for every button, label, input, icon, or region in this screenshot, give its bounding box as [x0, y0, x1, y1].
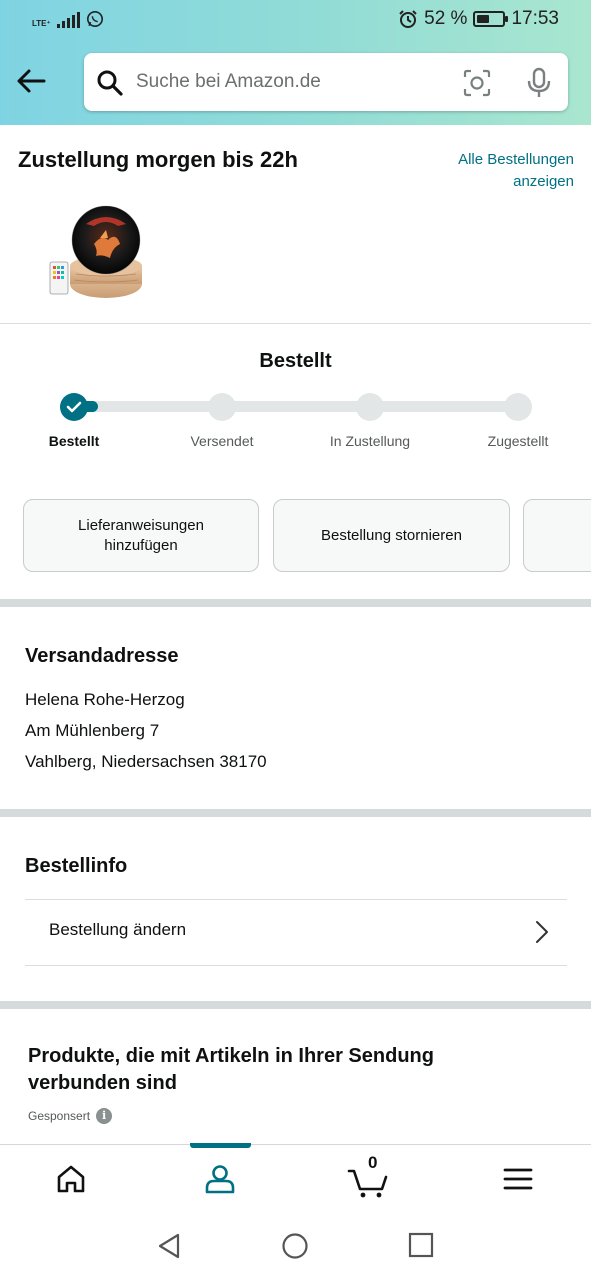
search-input[interactable]: Suche bei Amazon.de	[136, 71, 321, 93]
network-type: LTE⁺	[32, 19, 51, 28]
chevron-right-icon	[536, 921, 548, 943]
sponsored-text: Gesponsert	[28, 1109, 91, 1123]
step-shipped-dot	[208, 393, 236, 421]
all-orders-link[interactable]: Alle Bestellungen anzeigen	[414, 149, 574, 193]
step-ordered-dot	[60, 393, 88, 421]
sponsored-label: Gesponsert i	[28, 1108, 113, 1124]
active-tab-indicator	[190, 1143, 251, 1148]
add-delivery-instructions-label: Lieferanweisungen hinzufügen	[78, 516, 204, 554]
section-separator	[0, 1001, 591, 1009]
home-icon[interactable]	[51, 1159, 91, 1199]
step-label-ordered: Bestellt	[48, 433, 100, 449]
search-bar[interactable]: Suche bei Amazon.de	[84, 53, 568, 111]
step-label-shipped: Versendet	[190, 433, 254, 449]
product-image[interactable]	[46, 204, 148, 304]
shipping-address-title: Versandadresse	[25, 645, 179, 667]
step-delivered-dot	[504, 393, 532, 421]
checkmark-icon	[66, 401, 82, 413]
recents-square-icon[interactable]	[408, 1232, 434, 1258]
add-delivery-instructions-button[interactable]: Lieferanweisungen hinzufügen	[23, 499, 259, 572]
step-out-for-delivery-dot	[356, 393, 384, 421]
clock: 17:53	[511, 8, 559, 29]
address-city: Vahlberg, Niedersachsen 38170	[25, 752, 267, 771]
battery-icon	[473, 11, 509, 27]
divider	[0, 323, 591, 324]
more-actions-button[interactable]	[523, 499, 591, 572]
alarm-icon	[399, 10, 417, 28]
cart-button[interactable]: 0	[346, 1153, 392, 1199]
cart-count: 0	[368, 1153, 378, 1172]
back-arrow-icon[interactable]	[14, 64, 48, 98]
progress-title: Bestellt	[259, 350, 332, 372]
camera-search-icon[interactable]	[462, 68, 492, 98]
cancel-order-label: Bestellung stornieren	[321, 526, 462, 544]
battery-percent: 52 %	[424, 8, 468, 29]
microphone-icon[interactable]	[526, 67, 552, 99]
section-separator	[0, 809, 591, 817]
change-order-label: Bestellung ändern	[49, 920, 187, 939]
section-separator	[0, 599, 591, 607]
order-info-title: Bestellinfo	[25, 855, 128, 877]
change-order-row[interactable]: Bestellung ändern	[25, 899, 567, 966]
bottom-navigation: 0	[0, 1143, 591, 1212]
delivery-title: Zustellung morgen bis 22h	[18, 147, 298, 172]
signal-icon	[56, 12, 80, 28]
step-label-delivered: Zugestellt	[487, 433, 549, 449]
progress-track	[74, 401, 518, 412]
system-navigation	[0, 1212, 591, 1280]
step-label-out-for-delivery: In Zustellung	[329, 433, 411, 449]
cancel-order-button[interactable]: Bestellung stornieren	[273, 499, 510, 572]
address-name: Helena Rohe-Herzog	[25, 690, 185, 709]
related-products-title: Produkte, die mit Artikeln in Ihrer Send…	[28, 1045, 434, 1094]
app-header: LTE⁺ 52 % 17:53 Suche bei Amazon.de	[0, 0, 591, 125]
account-icon[interactable]	[200, 1159, 240, 1199]
back-triangle-icon[interactable]	[156, 1232, 182, 1260]
info-icon[interactable]: i	[96, 1108, 113, 1124]
home-circle-icon[interactable]	[281, 1232, 309, 1260]
address-street: Am Mühlenberg 7	[25, 721, 160, 740]
status-bar: LTE⁺ 52 % 17:53	[0, 0, 591, 40]
whatsapp-icon	[86, 10, 103, 28]
search-icon	[97, 70, 123, 96]
menu-icon[interactable]	[498, 1159, 538, 1199]
